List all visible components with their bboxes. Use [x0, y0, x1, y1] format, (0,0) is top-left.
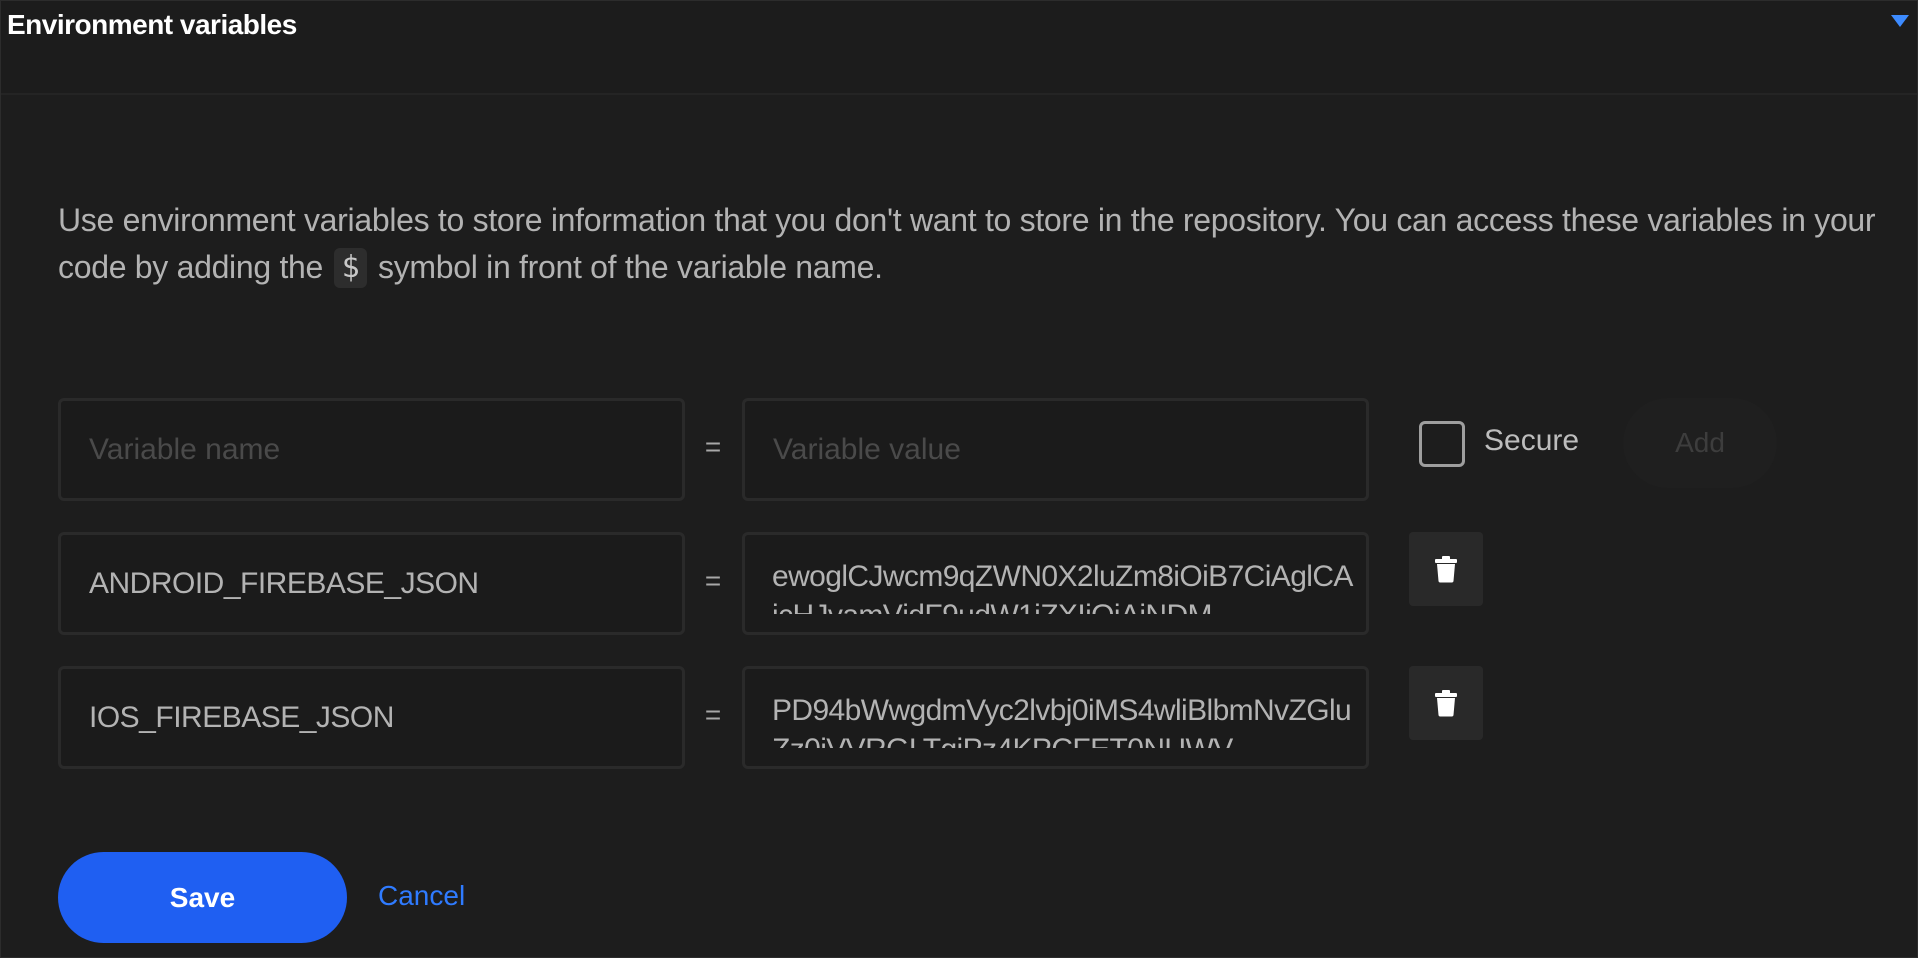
variable-name-field[interactable] — [58, 398, 685, 501]
section-header[interactable]: Environment variables — [1, 1, 1917, 95]
description-text: Use environment variables to store infor… — [58, 197, 1878, 291]
equals-sign: = — [704, 565, 722, 596]
variable-value-text[interactable]: PD94bWwgdmVyc2lvbj0iMS4wliBlbmNvZGluZz0i… — [772, 691, 1354, 748]
delete-variable-button[interactable] — [1409, 532, 1483, 606]
variable-value-field[interactable] — [742, 398, 1369, 501]
add-button[interactable]: Add — [1623, 398, 1777, 488]
delete-variable-button[interactable] — [1409, 666, 1483, 740]
variable-value-input[interactable] — [773, 401, 1356, 498]
variable-name-value[interactable]: IOS_FIREBASE_JSON — [89, 669, 394, 766]
chevron-down-icon[interactable] — [1891, 15, 1909, 27]
equals-sign: = — [704, 699, 722, 730]
variable-name-input[interactable] — [89, 401, 672, 498]
save-button[interactable]: Save — [58, 852, 347, 943]
equals-sign: = — [704, 431, 722, 462]
section-title: Environment variables — [7, 9, 297, 40]
cancel-link[interactable]: Cancel — [378, 880, 465, 912]
secure-checkbox[interactable] — [1419, 421, 1465, 467]
dollar-code-chip: $ — [333, 247, 368, 288]
variable-value-field[interactable]: ewoglCJwcm9qZWN0X2luZm8iOiB7CiAglCAicHJv… — [742, 532, 1369, 635]
trash-icon — [1435, 556, 1457, 583]
trash-icon — [1435, 690, 1457, 717]
variable-value-field[interactable]: PD94bWwgdmVyc2lvbj0iMS4wliBlbmNvZGluZz0i… — [742, 666, 1369, 769]
variable-name-field[interactable]: IOS_FIREBASE_JSON — [58, 666, 685, 769]
environment-variables-panel: Environment variables Use environment va… — [0, 0, 1918, 958]
description-after: symbol in front of the variable name. — [378, 249, 883, 285]
description-before: Use environment variables to store infor… — [58, 202, 1876, 285]
secure-label[interactable]: Secure — [1484, 424, 1579, 458]
variable-name-value[interactable]: ANDROID_FIREBASE_JSON — [89, 535, 479, 632]
variable-value-text[interactable]: ewoglCJwcm9qZWN0X2luZm8iOiB7CiAglCAicHJv… — [772, 557, 1354, 614]
variable-name-field[interactable]: ANDROID_FIREBASE_JSON — [58, 532, 685, 635]
